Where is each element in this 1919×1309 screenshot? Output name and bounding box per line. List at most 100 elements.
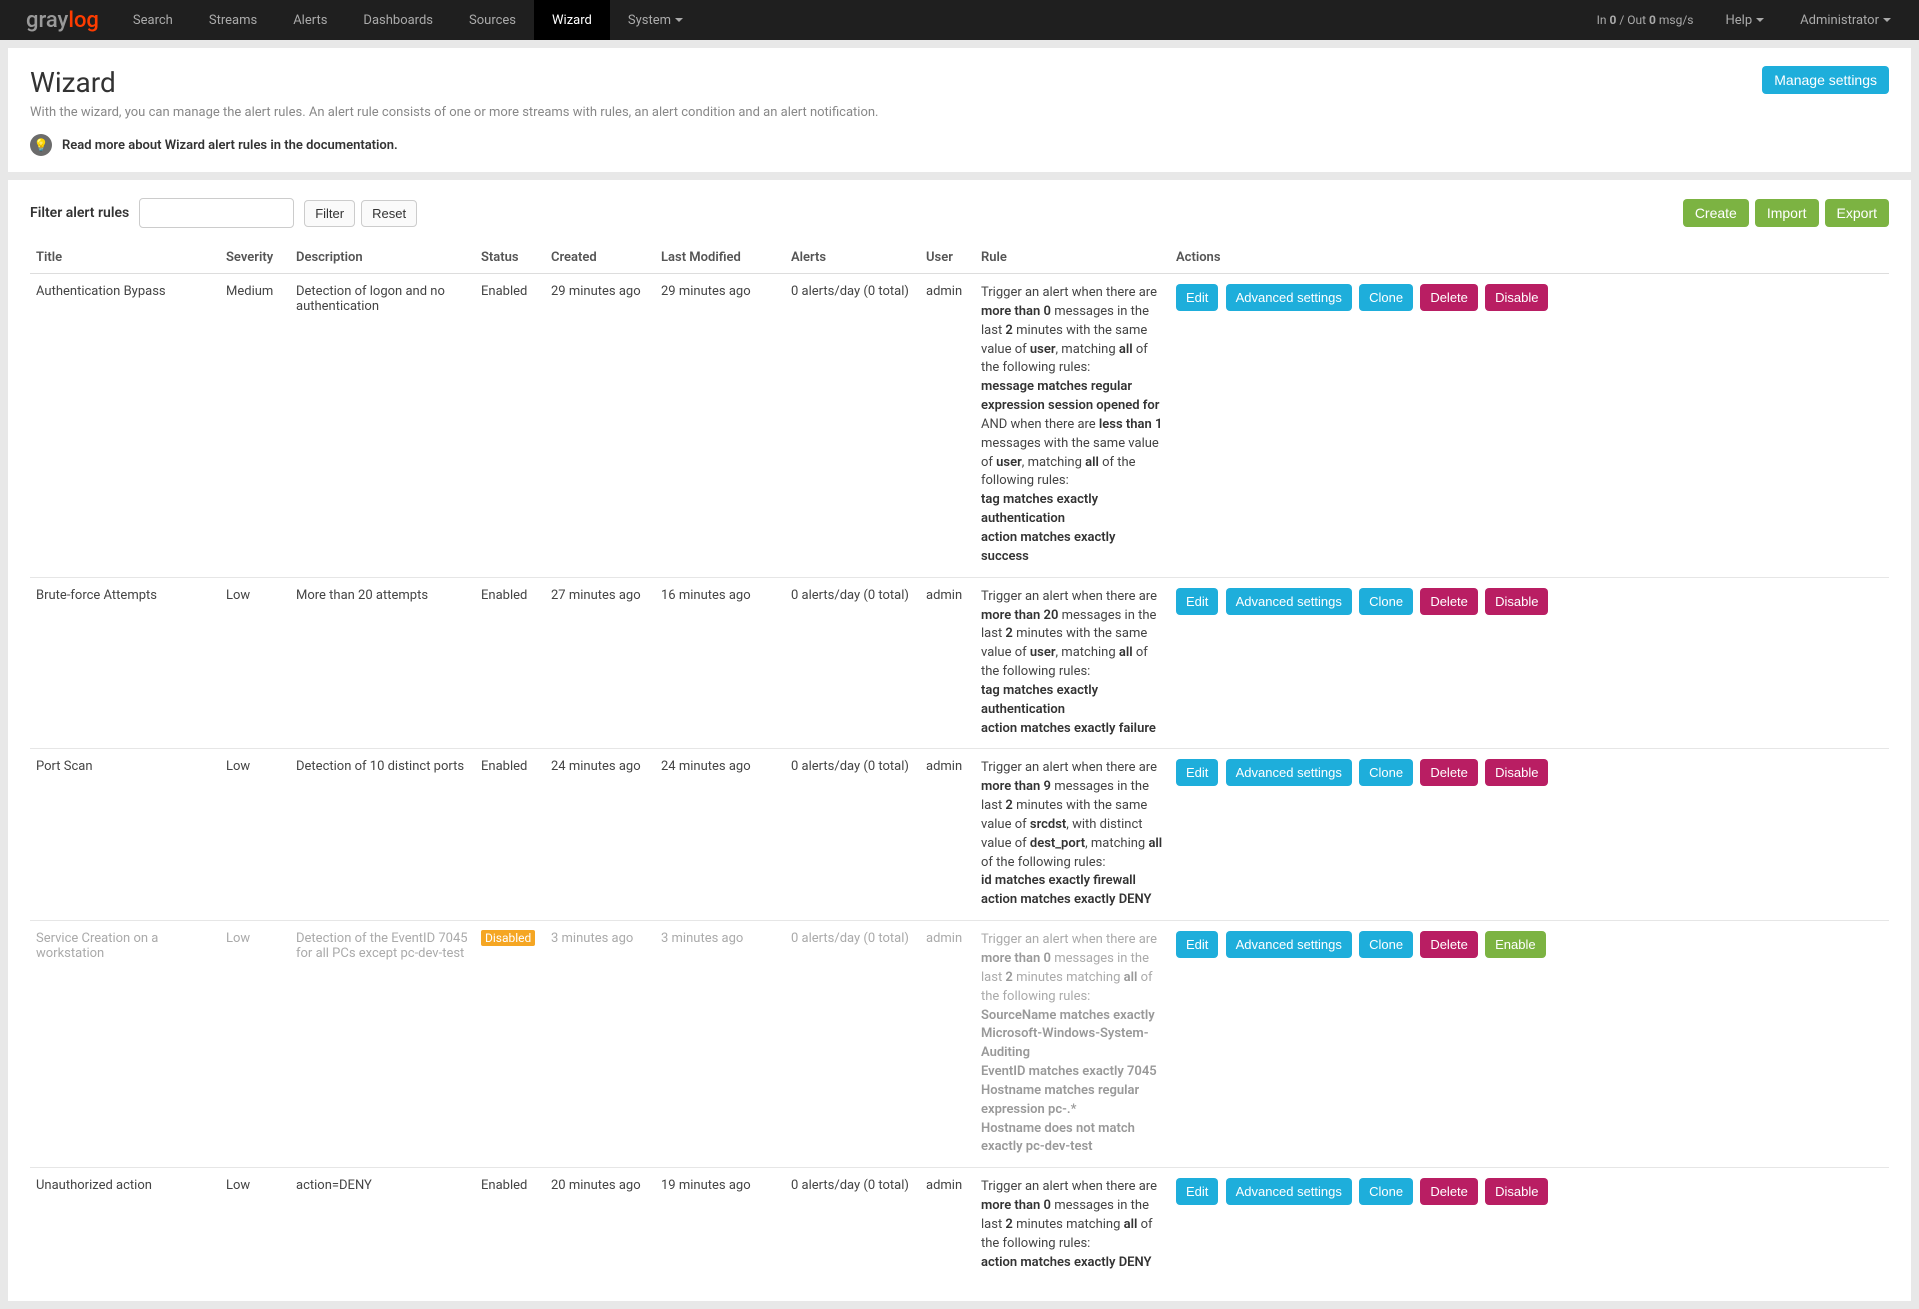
table-row: Authentication Bypass Medium Detection o…: [30, 274, 1889, 578]
top-nav: graylog SearchStreamsAlertsDashboardsSou…: [0, 0, 1919, 40]
cell-actions: Edit Advanced settings Clone Delete Enab…: [1170, 921, 1889, 1168]
nav-item-wizard[interactable]: Wizard: [534, 0, 610, 40]
cell-rule: Trigger an alert when there are more tha…: [975, 921, 1170, 1168]
cell-user: admin: [920, 577, 975, 749]
cell-created: 24 minutes ago: [545, 749, 655, 921]
col-status[interactable]: Status: [475, 242, 545, 274]
rules-table: Title Severity Description Status Create…: [30, 242, 1889, 1283]
nav-item-streams[interactable]: Streams: [191, 0, 275, 40]
doc-link[interactable]: Read more about Wizard alert rules in th…: [62, 138, 398, 153]
cell-rule: Trigger an alert when there are more tha…: [975, 749, 1170, 921]
cell-user: admin: [920, 274, 975, 578]
edit-button[interactable]: Edit: [1176, 931, 1218, 958]
cell-title: Authentication Bypass: [30, 274, 220, 578]
edit-button[interactable]: Edit: [1176, 284, 1218, 311]
clone-button[interactable]: Clone: [1359, 759, 1413, 786]
disable-button[interactable]: Disable: [1485, 759, 1548, 786]
cell-last-modified: 19 minutes ago: [655, 1168, 785, 1283]
col-rule[interactable]: Rule: [975, 242, 1170, 274]
delete-button[interactable]: Delete: [1420, 931, 1478, 958]
import-button[interactable]: Import: [1755, 199, 1819, 227]
col-user[interactable]: User: [920, 242, 975, 274]
cell-status: Enabled: [475, 577, 545, 749]
advanced-settings-button[interactable]: Advanced settings: [1226, 284, 1352, 311]
col-last-modified[interactable]: Last Modified: [655, 242, 785, 274]
cell-description: Detection of the EventID 7045 for all PC…: [290, 921, 475, 1168]
logo[interactable]: graylog: [10, 8, 115, 33]
cell-rule: Trigger an alert when there are more tha…: [975, 274, 1170, 578]
nav-item-sources[interactable]: Sources: [451, 0, 534, 40]
enable-button[interactable]: Enable: [1485, 931, 1545, 958]
clone-button[interactable]: Clone: [1359, 1178, 1413, 1205]
logo-gray: gray: [26, 8, 68, 33]
filter-input[interactable]: [139, 198, 294, 228]
delete-button[interactable]: Delete: [1420, 1178, 1478, 1205]
col-created[interactable]: Created: [545, 242, 655, 274]
status-text: Enabled: [481, 588, 527, 603]
filter-button[interactable]: Filter: [304, 200, 355, 227]
filter-label: Filter alert rules: [30, 205, 129, 221]
col-alerts[interactable]: Alerts: [785, 242, 920, 274]
nav-item-alerts[interactable]: Alerts: [275, 0, 345, 40]
delete-button[interactable]: Delete: [1420, 588, 1478, 615]
table-row: Port Scan Low Detection of 10 distinct p…: [30, 749, 1889, 921]
disable-button[interactable]: Disable: [1485, 588, 1548, 615]
nav-right: In 0 / Out 0 msg/s Help Administrator: [1583, 0, 1909, 40]
cell-severity: Medium: [220, 274, 290, 578]
clone-button[interactable]: Clone: [1359, 284, 1413, 311]
col-severity[interactable]: Severity: [220, 242, 290, 274]
col-title[interactable]: Title: [30, 242, 220, 274]
disable-button[interactable]: Disable: [1485, 1178, 1548, 1205]
disable-button[interactable]: Disable: [1485, 284, 1548, 311]
edit-button[interactable]: Edit: [1176, 759, 1218, 786]
cell-severity: Low: [220, 577, 290, 749]
col-description[interactable]: Description: [290, 242, 475, 274]
edit-button[interactable]: Edit: [1176, 588, 1218, 615]
cell-title: Service Creation on a workstation: [30, 921, 220, 1168]
caret-down-icon: [675, 18, 683, 22]
nav-help[interactable]: Help: [1708, 0, 1783, 40]
cell-actions: Edit Advanced settings Clone Delete Disa…: [1170, 577, 1889, 749]
manage-settings-button[interactable]: Manage settings: [1762, 66, 1889, 94]
nav-item-dashboards[interactable]: Dashboards: [345, 0, 451, 40]
cell-alerts: 0 alerts/day (0 total): [785, 274, 920, 578]
cell-created: 29 minutes ago: [545, 274, 655, 578]
cell-rule: Trigger an alert when there are more tha…: [975, 577, 1170, 749]
cell-status: Enabled: [475, 749, 545, 921]
clone-button[interactable]: Clone: [1359, 588, 1413, 615]
cell-last-modified: 16 minutes ago: [655, 577, 785, 749]
edit-button[interactable]: Edit: [1176, 1178, 1218, 1205]
advanced-settings-button[interactable]: Advanced settings: [1226, 1178, 1352, 1205]
delete-button[interactable]: Delete: [1420, 284, 1478, 311]
cell-created: 27 minutes ago: [545, 577, 655, 749]
nav-user[interactable]: Administrator: [1782, 0, 1909, 40]
cell-last-modified: 24 minutes ago: [655, 749, 785, 921]
page-description: With the wizard, you can manage the aler…: [30, 105, 1889, 120]
advanced-settings-button[interactable]: Advanced settings: [1226, 931, 1352, 958]
toolbar-right: Create Import Export: [1683, 199, 1889, 227]
throughput-text: In 0 / Out 0 msg/s: [1583, 13, 1708, 27]
table-header-row: Title Severity Description Status Create…: [30, 242, 1889, 274]
advanced-settings-button[interactable]: Advanced settings: [1226, 759, 1352, 786]
delete-button[interactable]: Delete: [1420, 759, 1478, 786]
cell-title: Unauthorized action: [30, 1168, 220, 1283]
page-header: Wizard With the wizard, you can manage t…: [8, 48, 1911, 172]
cell-actions: Edit Advanced settings Clone Delete Disa…: [1170, 274, 1889, 578]
status-text: Enabled: [481, 759, 527, 774]
nav-item-system[interactable]: System: [610, 0, 701, 40]
lightbulb-icon: 💡: [30, 134, 52, 156]
cell-severity: Low: [220, 749, 290, 921]
advanced-settings-button[interactable]: Advanced settings: [1226, 588, 1352, 615]
clone-button[interactable]: Clone: [1359, 931, 1413, 958]
reset-button[interactable]: Reset: [361, 200, 417, 227]
status-text: Enabled: [481, 1178, 527, 1193]
cell-created: 20 minutes ago: [545, 1168, 655, 1283]
cell-rule: Trigger an alert when there are more tha…: [975, 1168, 1170, 1283]
cell-created: 3 minutes ago: [545, 921, 655, 1168]
create-button[interactable]: Create: [1683, 199, 1749, 227]
cell-title: Port Scan: [30, 749, 220, 921]
col-actions[interactable]: Actions: [1170, 242, 1889, 274]
status-badge: Disabled: [481, 930, 535, 946]
export-button[interactable]: Export: [1825, 199, 1889, 227]
nav-item-search[interactable]: Search: [115, 0, 191, 40]
